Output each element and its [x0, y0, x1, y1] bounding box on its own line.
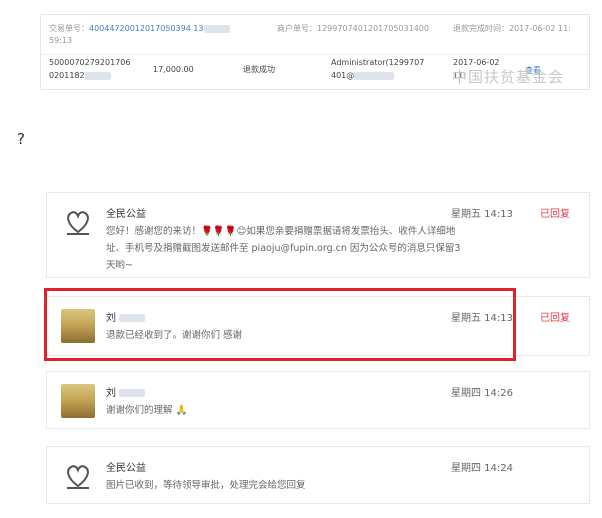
user-avatar	[61, 384, 95, 418]
refund-number-line1: 5000070279201706	[49, 58, 131, 67]
refund-number-line2: 0201182	[49, 71, 85, 80]
sender-name: 全民公益	[106, 209, 146, 220]
org-logo-avatar	[61, 459, 95, 493]
message-time: 星期五 14:13	[451, 209, 513, 220]
message-text: 谢谢你们的理解 🙏	[106, 405, 188, 416]
refund-complete-time: 退款完成时间：2017-06-02 11:	[453, 24, 571, 33]
message-time: 星期四 14:24	[451, 463, 513, 474]
refund-complete-time-cont: 59:13	[49, 36, 73, 45]
operator-line1: Administrator(1299707	[331, 58, 425, 67]
sender-name: 刘	[106, 388, 116, 399]
watermark: 中国扶贫基金会	[452, 68, 565, 86]
message-time: 星期四 14:26	[451, 388, 513, 399]
reply-status[interactable]: 已回复	[540, 309, 570, 324]
sender-name: 全民公益	[106, 463, 146, 474]
refund-amount: 17,000.00	[153, 65, 194, 74]
heart-hands-icon	[67, 211, 89, 235]
message-item[interactable]: 全民公益 星期四 14:24 图片已收到，等待领导审批，处理完会给您回复	[46, 446, 590, 504]
heart-hands-icon	[67, 465, 89, 489]
message-text: 您好！感谢您的来访！🌹🌹🌹😊如果您亲要捐赠票据请将发票抬头、收件人详细地址、手机…	[106, 226, 461, 271]
question-mark: ?	[17, 130, 25, 148]
message-item[interactable]: 全民公益 星期五 14:13 已回复 您好！感谢您的来访！🌹🌹🌹😊如果您亲要捐赠…	[46, 192, 590, 278]
highlight-box	[44, 288, 516, 361]
operator-line2: 401@	[331, 71, 355, 80]
merchant-number: 商户单号：1299707401201705031400	[277, 24, 429, 33]
refund-status: 退款成功	[243, 65, 275, 74]
message-item[interactable]: 刘 星期四 14:26 谢谢你们的理解 🙏	[46, 371, 590, 429]
reply-status[interactable]: 已回复	[540, 205, 570, 220]
trade-number: 交易单号：40044720012017050394 13	[49, 23, 230, 35]
trade-number-value[interactable]: 40044720012017050394 13	[89, 24, 204, 33]
refund-header: 交易单号：40044720012017050394 13 59:13 商户单号：…	[41, 15, 589, 53]
message-text: 图片已收到，等待领导审批，处理完会给您回复	[106, 480, 306, 491]
org-logo-avatar	[61, 205, 95, 239]
